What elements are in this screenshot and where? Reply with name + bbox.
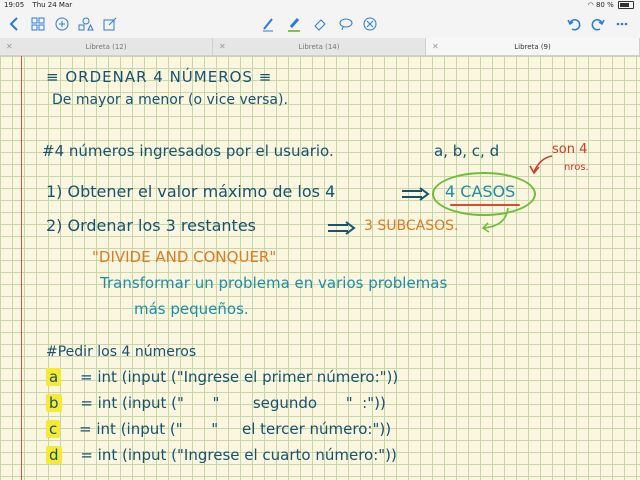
code-line-d: d = int (input ("Ingrese el cuarto númer… (46, 446, 397, 464)
implies-arrow-icon (328, 221, 356, 235)
pen-icon[interactable] (258, 14, 278, 34)
highlight-var-d: d (46, 446, 62, 464)
tab-bar: ✕ Libreta (12) ✕ Libreta (14) ✕ Libreta … (0, 38, 640, 56)
arrow-annotation-icon (529, 155, 553, 175)
tab-libreta-12[interactable]: ✕ Libreta (12) (0, 38, 213, 55)
implies-arrow-icon (402, 187, 430, 201)
close-icon[interactable]: ✕ (219, 42, 226, 51)
tab-label: Libreta (14) (298, 42, 340, 51)
edit-icon[interactable] (100, 14, 120, 34)
code-line-a: a = int (input ("Ingrese el primer númer… (46, 368, 398, 386)
add-icon[interactable] (52, 14, 72, 34)
code-line-c-text: = int (input (" " el tercer número:")) (79, 420, 392, 438)
lasso-icon[interactable] (336, 14, 356, 34)
status-right: ◠ 80 % (588, 1, 634, 9)
close-icon[interactable]: ✕ (432, 42, 439, 51)
highlight-var-c: c (46, 420, 61, 438)
subcasos-label: 3 SUBCASOS. (364, 218, 459, 234)
status-date: Thu 24 Mar (32, 1, 73, 9)
margin-line (21, 56, 22, 480)
grid-icon[interactable] (28, 14, 48, 34)
tab-libreta-14[interactable]: ✕ Libreta (14) (213, 38, 426, 55)
note-title: ≡ ORDENAR 4 NÚMEROS ≡ (46, 68, 273, 86)
transformar-line-2: más pequeños. (134, 300, 249, 318)
step-2: 2) Ordenar los 3 restantes (46, 216, 257, 235)
annotation-nros: nros. (564, 162, 589, 173)
curve-arrow-icon (481, 207, 509, 233)
note-line-users: #4 números ingresados por el usuario. (42, 142, 334, 160)
status-left: 19:05 Thu 24 Mar (4, 1, 78, 9)
divide-and-conquer: "DIVIDE AND CONQUER" (92, 248, 277, 266)
toolbar (0, 10, 640, 38)
code-line-a-text: = int (input ("Ingrese el primer número:… (79, 368, 399, 386)
note-subtitle: De mayor a menor (o vice versa). (52, 92, 288, 108)
close-icon[interactable]: ✕ (6, 42, 13, 51)
status-bar: 19:05 Thu 24 Mar ◠ 80 % (0, 0, 640, 10)
tab-libreta-9[interactable]: ✕ Libreta (9) (426, 38, 640, 55)
highlight-var-b: b (46, 394, 62, 412)
more-icon[interactable] (612, 14, 632, 34)
status-time: 19:05 (4, 1, 25, 9)
code-line-c: c = int (input (" " el tercer número:")) (46, 420, 391, 438)
eraser-icon[interactable] (310, 14, 330, 34)
battery-icon (618, 1, 634, 9)
note-vars: a, b, c, d (434, 142, 500, 160)
battery-percent: 80 % (595, 1, 614, 9)
delete-icon[interactable] (360, 14, 380, 34)
tab-label: Libreta (12) (85, 42, 127, 51)
casos-label: 4 CASOS (445, 182, 516, 201)
code-line-d-text: = int (input ("Ingrese el cuarto número:… (80, 446, 397, 464)
annotation-son-4: son 4 (552, 142, 588, 157)
shapes-icon[interactable] (76, 14, 96, 34)
redo-icon[interactable] (588, 14, 608, 34)
notebook-page[interactable] (0, 56, 640, 480)
code-line-b: b = int (input (" " segundo " :")) (46, 394, 386, 412)
code-line-b-text: = int (input (" " segundo " :")) (80, 394, 386, 412)
wifi-icon: ◠ (587, 1, 594, 9)
tab-label: Libreta (9) (514, 42, 551, 51)
back-icon[interactable] (4, 14, 24, 34)
undo-icon[interactable] (564, 14, 584, 34)
highlight-var-a: a (46, 368, 62, 386)
highlighter-icon[interactable] (284, 14, 304, 34)
transformar-line-1: Transformar un problema en varios proble… (100, 274, 448, 292)
step-1: 1) Obtener el valor máximo de los 4 (46, 182, 336, 201)
code-comment: #Pedir los 4 números (46, 344, 197, 360)
